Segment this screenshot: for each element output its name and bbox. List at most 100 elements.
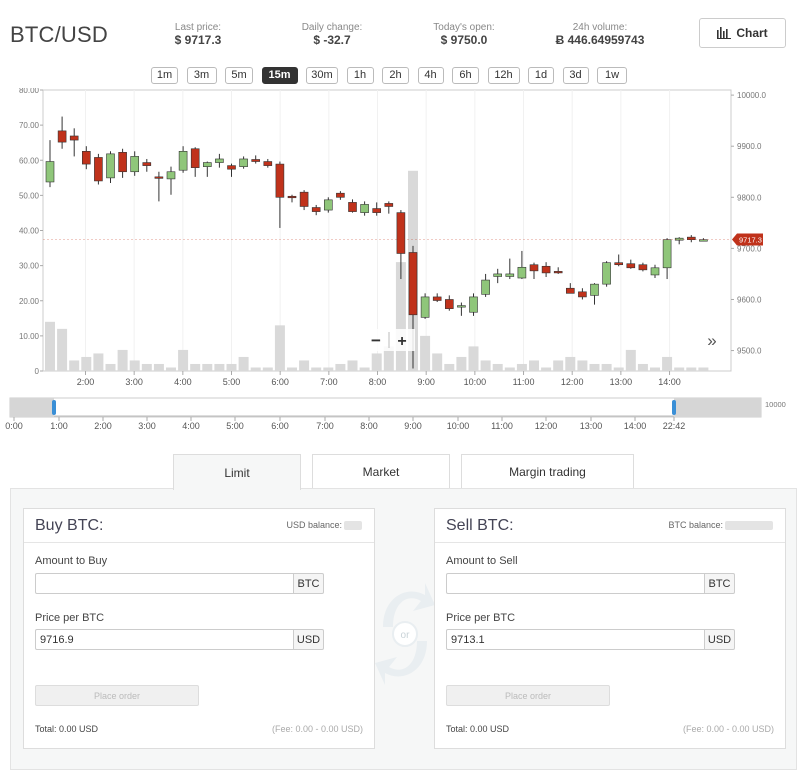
candle-up: [699, 239, 708, 242]
candle-down: [638, 264, 648, 271]
buy-price-label: Price per BTC: [35, 612, 105, 624]
buy-place-order-button[interactable]: Place order: [35, 685, 199, 706]
interval-2h[interactable]: 2h: [382, 67, 409, 84]
sell-price-label: Price per BTC: [446, 612, 516, 624]
volume-bar: [274, 325, 285, 371]
volume-bar: [141, 363, 152, 371]
volume-bar: [190, 363, 201, 371]
amount-to-buy-group: BTC: [35, 573, 324, 594]
price-chart[interactable]: 0 10.00 20.00 30.00 40.00 50.00 60.00 70.00 80.0…: [0, 88, 804, 448]
buy-total: Total: 0.00 USD: [35, 724, 99, 734]
volume-24h-label: 24h volume:: [572, 22, 628, 33]
candle-down: [336, 192, 345, 198]
interval-1h[interactable]: 1h: [346, 67, 374, 84]
navigator-time-label: 9:00: [404, 421, 422, 431]
volume-bar: [468, 346, 479, 371]
amount-to-sell-unit: BTC: [705, 573, 735, 594]
buy-fee: (Fee: 0.00 - 0.00 USD): [271, 724, 363, 734]
interval-3d[interactable]: 3d: [562, 67, 589, 84]
volume-bar: [57, 328, 68, 371]
plot-area: [42, 89, 732, 372]
candle-up: [166, 171, 176, 180]
buy-price-group: USD: [35, 629, 324, 650]
interval-5m[interactable]: 5m: [225, 67, 253, 84]
pair-title: BTC/USD: [10, 22, 108, 47]
volume-tick-label: 20.00: [19, 297, 40, 306]
candle-down: [190, 148, 200, 168]
candle-up: [650, 267, 660, 276]
zoom-in-button[interactable]: +: [397, 333, 406, 350]
candle-up: [420, 296, 430, 318]
sell-fee: (Fee: 0.00 - 0.00 USD): [682, 724, 774, 734]
candle-down: [69, 135, 79, 141]
todays-open-stat: Today's open: $ 9750.0: [424, 22, 504, 47]
interval-1w[interactable]: 1w: [597, 67, 627, 84]
volume-bar: [662, 356, 673, 371]
candle-up: [457, 305, 466, 308]
buy-title: Buy BTC:: [35, 517, 104, 534]
candle-down: [565, 287, 575, 294]
interval-12h[interactable]: 12h: [487, 67, 520, 84]
interval-30m[interactable]: 30m: [306, 67, 338, 84]
navigator-time-label: 4:00: [182, 421, 200, 431]
navigator-time-label: 10:00: [447, 421, 470, 431]
navigator-time-label: 13:00: [580, 421, 603, 431]
x-tick-label: 8:00: [369, 377, 387, 387]
sell-price-group: USD: [446, 629, 735, 650]
candle-up: [662, 239, 672, 269]
volume-bar: [238, 356, 249, 371]
volume-bar: [359, 367, 370, 371]
navigator-time-label: 14:00: [624, 421, 647, 431]
volume-bar: [202, 363, 213, 371]
interval-3m[interactable]: 3m: [186, 67, 217, 84]
volume-tick-label: 0: [35, 367, 40, 376]
candle-down: [541, 265, 551, 274]
navigator-mask-left: [10, 398, 54, 417]
volume-bar: [577, 360, 588, 371]
volume-tick-label: 70.00: [19, 121, 40, 130]
todays-open-label: Today's open:: [433, 22, 495, 33]
candle-up: [360, 204, 369, 213]
volume-tick-label: 40.00: [19, 227, 40, 236]
buy-price-input[interactable]: [35, 629, 294, 650]
volume-bar: [323, 367, 334, 371]
amount-to-buy-input[interactable]: [35, 573, 294, 594]
sell-price-input[interactable]: [446, 629, 705, 650]
tab-market[interactable]: Market: [312, 454, 450, 489]
interval-1d[interactable]: 1d: [528, 67, 554, 84]
interval-1m[interactable]: 1m: [151, 67, 178, 84]
amount-to-sell-input[interactable]: [446, 573, 705, 594]
scroll-to-end-button[interactable]: »: [707, 331, 716, 350]
volume-bar: [81, 356, 92, 371]
x-tick-label: 14:00: [658, 377, 681, 387]
interval-6h[interactable]: 6h: [452, 67, 479, 84]
chart-button[interactable]: Chart: [699, 18, 786, 48]
zoom-out-button[interactable]: −: [371, 331, 381, 350]
sell-place-order-button[interactable]: Place order: [446, 685, 610, 706]
navigator-time-label: 1:00: [50, 421, 68, 431]
last-price-label: Last price:: [174, 22, 222, 33]
candle-up: [590, 283, 599, 296]
volume-bar: [432, 353, 443, 371]
navigator-time-label: 22:42: [663, 421, 686, 431]
interval-15m[interactable]: 15m: [261, 67, 298, 84]
volume-tick-label: 10.00: [19, 332, 40, 341]
navigator-handle-left[interactable]: [52, 400, 56, 415]
navigator[interactable]: [9, 397, 762, 418]
candle-up: [481, 279, 490, 295]
price-tick-label: 9800.0: [737, 193, 762, 202]
daily-change-stat: Daily change: $ -32.7: [290, 22, 374, 47]
candle-down: [154, 176, 164, 179]
volume-tick-label: 80.00: [19, 88, 40, 95]
volume-bar: [601, 363, 612, 371]
candle-down: [444, 299, 454, 309]
tab-limit[interactable]: Limit: [173, 454, 301, 490]
navigator-handle-right[interactable]: [672, 400, 676, 415]
candle-up: [178, 151, 188, 171]
tab-margin-trading[interactable]: Margin trading: [461, 454, 634, 489]
interval-4h[interactable]: 4h: [417, 67, 444, 84]
amount-to-buy-label: Amount to Buy: [35, 555, 108, 567]
volume-bar: [287, 367, 297, 371]
volume-bar: [105, 363, 116, 371]
todays-open-value: $ 9750.0: [440, 33, 488, 47]
